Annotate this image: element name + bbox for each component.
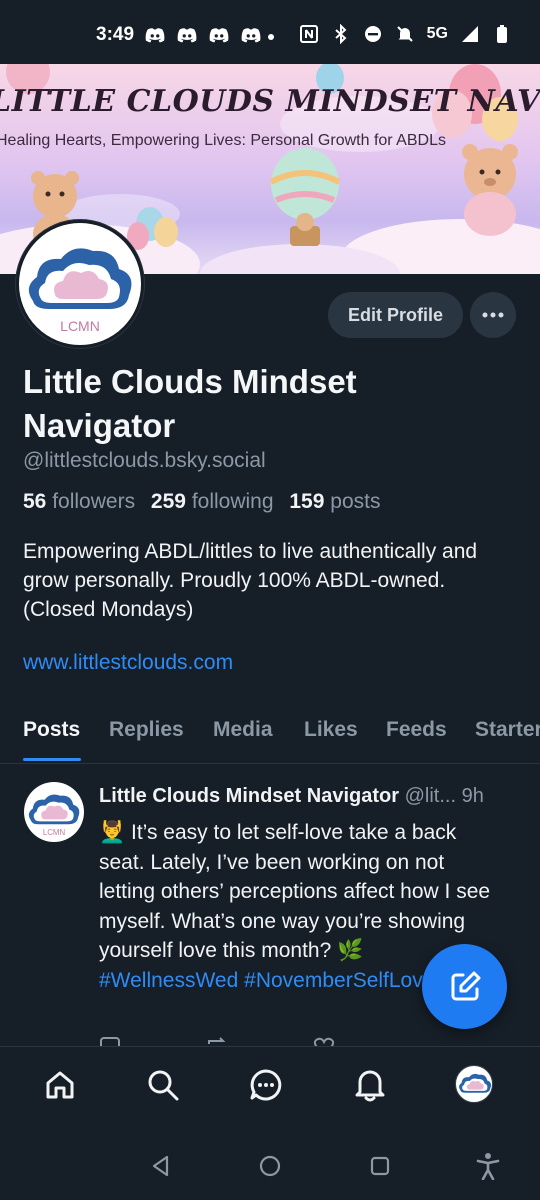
bell-icon xyxy=(355,1070,385,1102)
hashtag-link[interactable]: #NovemberSelfLove xyxy=(244,969,434,992)
discord-icon xyxy=(209,28,229,43)
post-avatar[interactable]: LCMN xyxy=(24,782,84,842)
notifications-off-icon xyxy=(396,26,413,42)
tab-posts[interactable]: Posts xyxy=(23,718,80,742)
search-icon xyxy=(148,1070,179,1101)
tab-starter-packs[interactable]: Starter xyxy=(475,718,540,742)
following-label: following xyxy=(191,490,274,513)
recents-square-icon xyxy=(370,1156,390,1176)
tab-feeds[interactable]: Feeds xyxy=(386,718,447,742)
tab-replies[interactable]: Replies xyxy=(109,718,184,742)
posts-count: 159 xyxy=(289,490,325,513)
system-home-button[interactable] xyxy=(256,1152,284,1180)
more-options-button[interactable] xyxy=(470,292,516,338)
nav-search[interactable] xyxy=(143,1065,183,1105)
repost-icon[interactable] xyxy=(205,1036,229,1046)
nav-chat[interactable] xyxy=(246,1065,286,1105)
posts-stat: 159 posts xyxy=(289,490,380,513)
profile-tabs: Posts Replies Media Likes Feeds Starter xyxy=(0,706,540,764)
post-actions xyxy=(99,1034,499,1046)
more-horizontal-icon xyxy=(482,312,504,318)
display-name: Little Clouds Mindset Navigator xyxy=(23,363,357,444)
post-avatar-label: LCMN xyxy=(43,828,66,837)
discord-icon xyxy=(241,28,261,43)
home-icon xyxy=(46,1071,74,1099)
tab-media[interactable]: Media xyxy=(213,718,273,742)
status-right-icons: 5G xyxy=(299,24,512,44)
signal-icon xyxy=(462,26,478,42)
compose-icon xyxy=(451,971,480,1000)
system-recents-button[interactable] xyxy=(366,1152,394,1180)
lcmn-logo: LCMN xyxy=(28,248,132,334)
do-not-disturb-icon xyxy=(364,26,381,42)
hashtag-link[interactable]: #WellnessWed xyxy=(99,969,238,992)
battery-icon xyxy=(497,25,507,43)
compose-post-button[interactable] xyxy=(422,944,507,1029)
lcmn-logo xyxy=(459,1073,492,1093)
profile-bio: Empowering ABDL/littles to live authenti… xyxy=(23,540,478,621)
post-author[interactable]: Little Clouds Mindset Navigator xyxy=(99,785,399,807)
home-circle-icon xyxy=(259,1155,281,1177)
edit-profile-button[interactable]: Edit Profile xyxy=(328,292,463,338)
reply-icon[interactable] xyxy=(99,1036,121,1046)
system-accessibility-button[interactable] xyxy=(474,1152,502,1180)
followers-label: followers xyxy=(52,490,136,513)
nfc-icon xyxy=(299,25,318,43)
profile-stats: 56 followers 259 following 159 posts xyxy=(23,490,380,514)
like-icon[interactable] xyxy=(313,1036,335,1046)
bottom-navigation xyxy=(0,1046,540,1132)
system-navigation-bar xyxy=(0,1132,540,1200)
avatar-label: LCMN xyxy=(60,318,100,334)
status-time: 3:49 xyxy=(96,24,135,45)
followers-count: 56 xyxy=(23,490,47,513)
discord-icon xyxy=(177,28,197,43)
post-header: Little Clouds Mindset Navigator @lit... … xyxy=(99,785,524,808)
website-link[interactable]: www.littlestclouds.com xyxy=(23,651,233,675)
chat-icon xyxy=(250,1069,282,1101)
profile-avatar[interactable]: LCMN xyxy=(16,220,144,348)
more-notifications-dot xyxy=(268,34,274,40)
discord-icon xyxy=(145,28,165,43)
accessibility-icon xyxy=(476,1153,500,1180)
bluetooth-icon xyxy=(334,24,347,44)
posts-label: posts xyxy=(330,490,381,513)
banner-title: LITTLE CLOUDS MINDSET NAVIGATOR xyxy=(0,84,540,119)
active-tab-indicator xyxy=(23,758,81,761)
network-type: 5G xyxy=(426,25,448,42)
post-handle: @lit... xyxy=(404,785,457,807)
nav-notifications[interactable] xyxy=(350,1065,390,1105)
following-link[interactable]: 259 following xyxy=(151,490,274,513)
following-count: 259 xyxy=(150,490,186,513)
status-notification-icons xyxy=(144,26,262,44)
back-triangle-icon xyxy=(152,1155,169,1177)
followers-link[interactable]: 56 followers xyxy=(23,490,135,513)
banner-subtitle: Healing Hearts, Empowering Lives: Person… xyxy=(0,132,446,149)
profile-handle: @littlestclouds.bsky.social xyxy=(23,449,266,472)
post-body-text: It’s easy to let self-love take a back s… xyxy=(99,821,491,962)
post-time: 9h xyxy=(461,785,484,807)
status-bar: 3:49 5G xyxy=(0,0,540,64)
nav-home[interactable] xyxy=(40,1065,80,1105)
nav-profile-avatar[interactable] xyxy=(455,1065,493,1103)
lcmn-logo: LCMN xyxy=(28,794,80,837)
post-emoji-2: 🌿 xyxy=(337,939,364,962)
system-back-button[interactable] xyxy=(147,1152,175,1180)
post-emoji: 💆‍♂️ xyxy=(99,821,126,844)
tab-likes[interactable]: Likes xyxy=(304,718,358,742)
